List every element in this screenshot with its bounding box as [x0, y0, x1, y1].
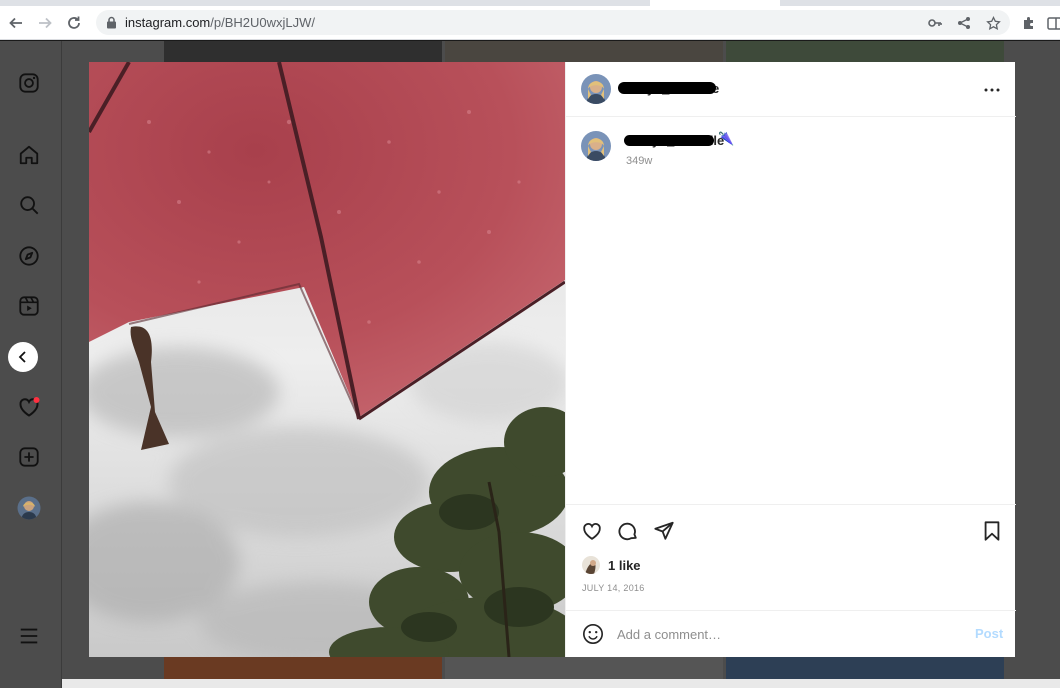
share-page-icon[interactable]: [955, 14, 973, 32]
author-avatar[interactable]: [581, 74, 611, 104]
post-modal: kaitlyn_mcardle kaitlyn_mcardle 🌂 349w: [89, 62, 1016, 657]
post-comment-button[interactable]: Post: [975, 626, 1003, 641]
comment-input[interactable]: [617, 623, 957, 645]
bookmark-star-icon[interactable]: [984, 14, 1002, 32]
browser-toolbar: instagram.com/p/BH2U0wxjLJW/: [0, 6, 1060, 40]
post-details-panel: kaitlyn_mcardle kaitlyn_mcardle 🌂 349w: [565, 62, 1016, 657]
profile-avatar[interactable]: [17, 496, 41, 520]
caption-avatar[interactable]: [581, 131, 611, 161]
forward-arrow-icon[interactable]: [35, 13, 55, 33]
grid-thumbnail[interactable]: [726, 41, 1004, 62]
notifications-icon[interactable]: [17, 395, 41, 419]
share-icon[interactable]: [652, 519, 676, 543]
umbrella-photo: [89, 62, 565, 657]
caption-emoji: 🌂: [718, 131, 735, 146]
grid-thumbnail[interactable]: [445, 41, 723, 62]
search-icon[interactable]: [17, 193, 41, 217]
comment-icon[interactable]: [616, 519, 640, 543]
extensions-icon[interactable]: [1019, 13, 1039, 33]
explore-icon[interactable]: [17, 244, 41, 268]
emoji-icon[interactable]: [582, 623, 604, 645]
bottom-strip: [0, 679, 1060, 688]
action-bar: 1 like JULY 14, 2016: [566, 504, 1016, 610]
time-ago[interactable]: 349w: [626, 155, 652, 167]
liker-avatar[interactable]: [582, 556, 600, 574]
back-arrow-icon[interactable]: [6, 13, 26, 33]
heart-icon[interactable]: [580, 519, 604, 543]
lock-icon: [106, 16, 117, 34]
redaction-scribble: [624, 135, 714, 146]
create-icon[interactable]: [17, 445, 41, 469]
home-icon[interactable]: [17, 143, 41, 167]
caption-area: kaitlyn_mcardle 🌂 349w: [566, 118, 1016, 504]
side-panel-icon[interactable]: [1044, 13, 1060, 33]
address-bar[interactable]: instagram.com/p/BH2U0wxjLJW/: [96, 10, 1010, 35]
post-header: kaitlyn_mcardle: [566, 62, 1016, 117]
instagram-logo-icon[interactable]: [17, 71, 41, 95]
key-icon[interactable]: [926, 14, 944, 32]
menu-icon[interactable]: [17, 624, 41, 648]
grid-thumbnail[interactable]: [445, 657, 723, 679]
previous-post-button[interactable]: [8, 342, 38, 372]
reload-icon[interactable]: [64, 13, 84, 33]
grid-thumbnail[interactable]: [164, 41, 442, 62]
post-photo[interactable]: [89, 62, 565, 657]
redaction-scribble: [618, 82, 716, 94]
likes-row: 1 like: [582, 555, 641, 575]
reels-icon[interactable]: [17, 294, 41, 318]
grid-thumbnail[interactable]: [164, 657, 442, 679]
post-date[interactable]: JULY 14, 2016: [582, 583, 645, 593]
chevron-left-icon: [18, 351, 26, 363]
likes-count[interactable]: 1 like: [608, 558, 641, 573]
url-text: instagram.com/p/BH2U0wxjLJW/: [125, 15, 315, 30]
comment-box: Post: [566, 610, 1016, 657]
bookmark-icon[interactable]: [980, 519, 1004, 543]
grid-thumbnail[interactable]: [726, 657, 1004, 679]
more-options-icon[interactable]: [980, 78, 1004, 102]
